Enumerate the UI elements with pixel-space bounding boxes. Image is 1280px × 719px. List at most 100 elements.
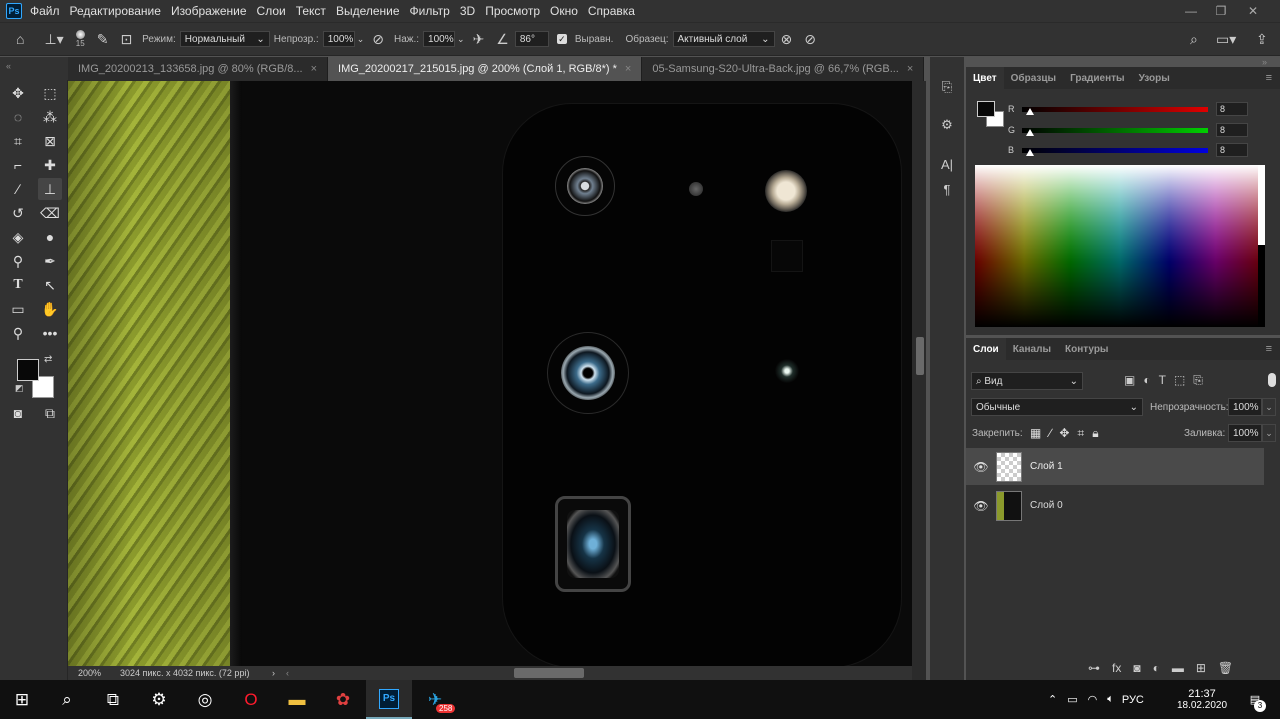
- clone-stamp-tool-icon[interactable]: ⊥: [38, 178, 62, 200]
- lasso-tool-icon[interactable]: ◌: [6, 106, 30, 128]
- media-app-icon[interactable]: ◎: [182, 680, 228, 719]
- new-layer-icon[interactable]: ⊞: [1196, 661, 1206, 675]
- green-value[interactable]: 8: [1216, 123, 1248, 137]
- adjustment-layer-icon[interactable]: ◐: [1153, 661, 1160, 675]
- aligned-checkbox[interactable]: ✓: [556, 34, 567, 44]
- sample-select[interactable]: Активный слой ⌄: [672, 31, 775, 47]
- trash-icon[interactable]: 🗑︎: [1218, 661, 1233, 675]
- menu-window[interactable]: Окно: [550, 4, 578, 18]
- tab-channels[interactable]: Каналы: [1006, 338, 1058, 360]
- blue-track[interactable]: [1022, 147, 1208, 153]
- menu-view[interactable]: Просмотр: [485, 4, 540, 18]
- filter-type-icon[interactable]: T: [1159, 373, 1166, 388]
- close-window-button[interactable]: ✕: [1238, 0, 1268, 22]
- chevron-up-icon[interactable]: ⌃: [1048, 693, 1057, 706]
- status-menu-arrow[interactable]: ›: [272, 668, 286, 678]
- wifi-icon[interactable]: ◠: [1088, 693, 1098, 706]
- zoom-level[interactable]: 200%: [68, 668, 120, 678]
- paint-app-icon[interactable]: ✿: [320, 680, 366, 719]
- share-icon[interactable]: ⇪: [1256, 31, 1268, 48]
- tab-paths[interactable]: Контуры: [1058, 338, 1115, 360]
- language-indicator[interactable]: РУС: [1122, 694, 1144, 706]
- angle-input[interactable]: 86°: [514, 31, 549, 47]
- windows-start-icon[interactable]: ⊞: [0, 680, 44, 719]
- panel-menu-icon[interactable]: ≡: [1266, 343, 1272, 355]
- mode-select[interactable]: Нормальный ⌄: [179, 31, 270, 47]
- filter-smart-object-icon[interactable]: ⎘: [1193, 373, 1203, 388]
- foreground-color-swatch[interactable]: [17, 359, 39, 381]
- swap-colors-icon[interactable]: ⇄: [44, 354, 52, 365]
- properties-panel-icon[interactable]: ⚙: [938, 116, 956, 134]
- menu-image[interactable]: Изображение: [171, 4, 247, 18]
- airbrush-icon[interactable]: ✈: [473, 31, 485, 48]
- tab-gradients[interactable]: Градиенты: [1063, 67, 1132, 89]
- eye-icon[interactable]: 👁︎: [966, 460, 996, 474]
- menu-filter[interactable]: Фильтр: [410, 4, 450, 18]
- search-icon[interactable]: ⌕: [1190, 31, 1198, 48]
- horizontal-scrollbar-thumb[interactable]: [514, 668, 584, 678]
- close-icon[interactable]: ×: [907, 63, 913, 75]
- lock-all-icon[interactable]: 🔒︎: [1092, 426, 1098, 441]
- filter-shape-icon[interactable]: ⬚: [1174, 373, 1185, 388]
- opera-browser-icon[interactable]: O: [228, 680, 274, 719]
- document-canvas[interactable]: [68, 81, 912, 666]
- foreground-color-chip[interactable]: [977, 101, 995, 117]
- red-track[interactable]: [1022, 106, 1208, 112]
- new-group-icon[interactable]: ▬: [1172, 661, 1184, 675]
- notifications-icon[interactable]: ▤ 3: [1240, 680, 1270, 719]
- clock[interactable]: 21:37 18.02.2020: [1172, 680, 1232, 719]
- chevron-down-icon[interactable]: ⌄: [357, 34, 365, 45]
- eye-icon[interactable]: 👁︎: [966, 499, 996, 513]
- screen-mode-icon[interactable]: ⧉: [38, 402, 62, 424]
- blend-mode-select[interactable]: Обычные ⌄: [971, 398, 1143, 416]
- fill-input[interactable]: 100%: [1228, 424, 1262, 442]
- tab-layers[interactable]: Слои: [966, 338, 1006, 360]
- chevron-down-icon[interactable]: ⌄: [1262, 398, 1276, 416]
- close-icon[interactable]: ×: [625, 63, 631, 75]
- green-track[interactable]: [1022, 127, 1208, 133]
- menu-type[interactable]: Текст: [296, 4, 326, 18]
- menu-layers[interactable]: Слои: [257, 4, 286, 18]
- workspace-icon[interactable]: ▭▾: [1216, 31, 1236, 48]
- battery-icon[interactable]: ▭: [1067, 693, 1077, 706]
- chevron-down-icon[interactable]: ⌄: [457, 34, 465, 45]
- brush-settings-icon[interactable]: ✎: [97, 31, 109, 48]
- move-tool-icon[interactable]: ✥: [6, 82, 30, 104]
- ignore-adjustment-layers-icon[interactable]: ⊗: [781, 31, 793, 48]
- tab-document-2[interactable]: IMG_20200217_215015.jpg @ 200% (Слой 1, …: [328, 57, 643, 81]
- menu-help[interactable]: Справка: [588, 4, 635, 18]
- hand-tool-icon[interactable]: ✋: [38, 298, 62, 320]
- pen-tool-icon[interactable]: ✒: [38, 250, 62, 272]
- paint-bucket-tool-icon[interactable]: ◈: [6, 226, 30, 248]
- blur-tool-icon[interactable]: ●: [38, 226, 62, 248]
- default-colors-icon[interactable]: ◩: [15, 383, 24, 394]
- history-panel-icon[interactable]: ⎘: [938, 78, 956, 96]
- eyedropper-tool-icon[interactable]: ⌐: [6, 154, 30, 176]
- vertical-scrollbar-thumb[interactable]: [916, 337, 924, 375]
- lock-position-icon[interactable]: ✥: [1059, 426, 1069, 441]
- green-slider-handle[interactable]: [1026, 129, 1034, 136]
- vertical-scrollbar[interactable]: [912, 81, 926, 680]
- rectangle-tool-icon[interactable]: ▭: [6, 298, 30, 320]
- green-slider[interactable]: G 8: [1008, 123, 1248, 137]
- telegram-icon[interactable]: ✈ 258: [412, 680, 458, 719]
- brush-tool-icon[interactable]: ∕: [6, 178, 30, 200]
- blue-value[interactable]: 8: [1216, 143, 1248, 157]
- menu-3d[interactable]: 3D: [460, 4, 475, 18]
- healing-brush-tool-icon[interactable]: ✚: [38, 154, 62, 176]
- home-icon[interactable]: ⌂: [16, 31, 24, 47]
- red-value[interactable]: 8: [1216, 102, 1248, 116]
- pressure-size-icon[interactable]: ⊘: [804, 31, 816, 48]
- tab-document-3[interactable]: 05-Samsung-S20-Ultra-Back.jpg @ 66,7% (R…: [642, 57, 925, 81]
- tab-patterns[interactable]: Узоры: [1132, 67, 1177, 89]
- tab-color[interactable]: Цвет: [966, 67, 1004, 89]
- paragraph-panel-icon[interactable]: ¶: [938, 180, 956, 198]
- red-slider[interactable]: R 8: [1008, 102, 1248, 116]
- clone-source-icon[interactable]: ⊡: [120, 31, 132, 48]
- brush-preset-picker[interactable]: 15: [75, 30, 85, 48]
- scroll-left-icon[interactable]: ‹: [286, 668, 289, 678]
- clone-stamp-preset-icon[interactable]: ⊥▾: [44, 31, 63, 48]
- settings-gear-icon[interactable]: ⚙: [136, 680, 182, 719]
- magic-wand-tool-icon[interactable]: ⁂: [38, 106, 62, 128]
- quick-mask-icon[interactable]: ◙: [6, 402, 30, 424]
